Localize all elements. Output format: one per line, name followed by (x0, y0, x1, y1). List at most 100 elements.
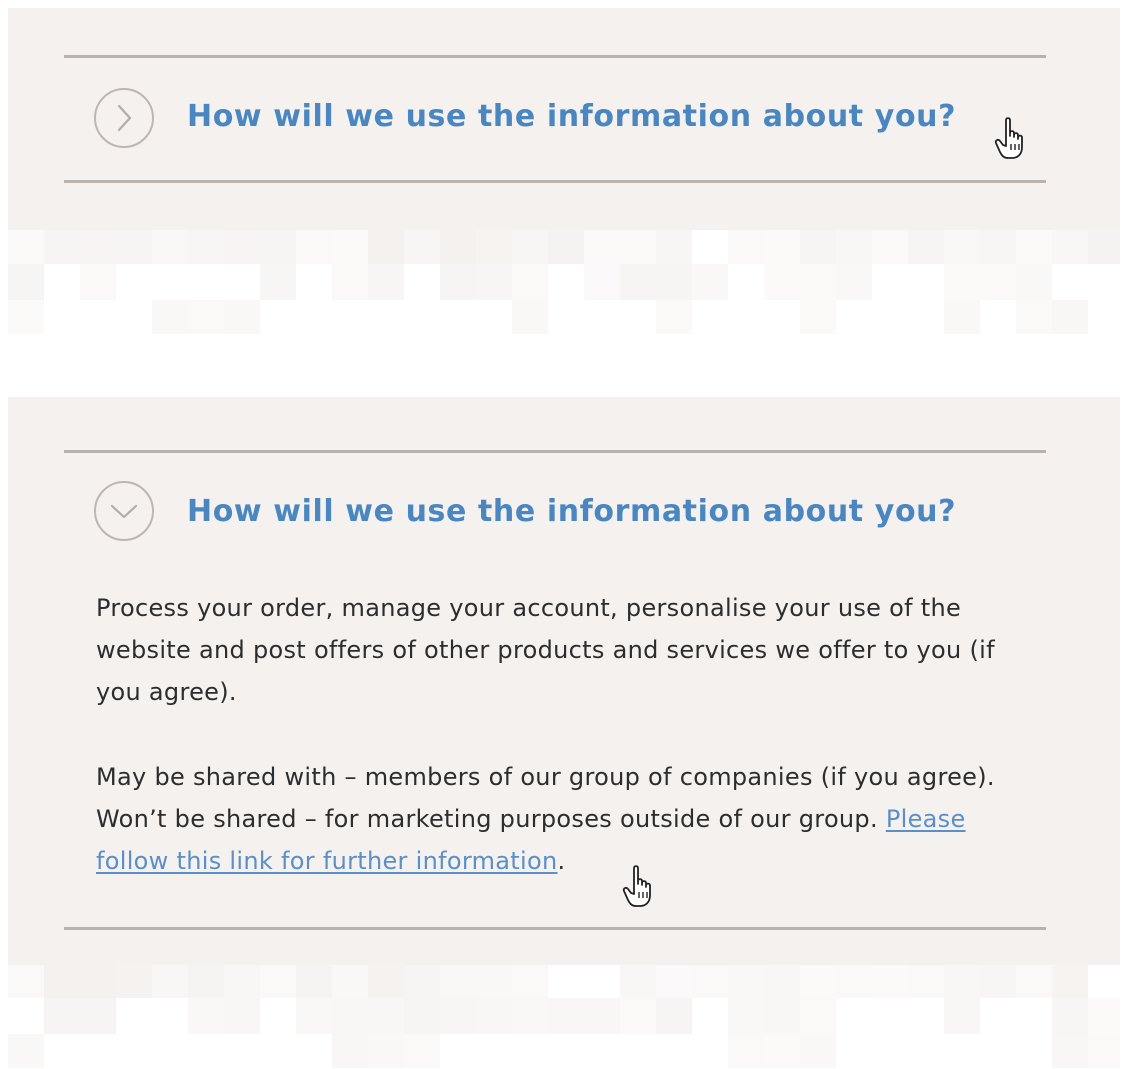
fade-pixel (836, 228, 872, 264)
fade-pixel (44, 962, 80, 998)
fade-pixel (1088, 228, 1120, 264)
fade-pixel (1016, 300, 1052, 334)
fade-pixel (80, 228, 116, 264)
fade-pixel (44, 228, 80, 264)
divider (64, 927, 1046, 930)
fade-pixel (1052, 962, 1088, 998)
fade-pixel (512, 228, 548, 264)
fade-pixel (548, 998, 584, 1034)
fade-pixel (980, 264, 1016, 300)
divider (64, 180, 1046, 183)
fade-pixel (764, 228, 800, 264)
fade-pixel (872, 962, 908, 998)
fade-pixel (188, 228, 224, 264)
fade-pixel (80, 264, 116, 300)
fade-pixel (476, 228, 512, 264)
fade-pixel (728, 962, 764, 998)
fade-pixel (692, 962, 728, 998)
fade-pixel (476, 962, 512, 998)
fade-pixel (296, 998, 332, 1034)
fade-pixel (620, 228, 656, 264)
fade-pixel (512, 264, 548, 300)
fade-pixel (404, 228, 440, 264)
fade-pixel (656, 264, 692, 300)
fade-pixel (188, 962, 224, 998)
fade-pixel (944, 300, 980, 334)
fade-pixel (1052, 998, 1088, 1034)
fade-pixel (440, 264, 476, 300)
accordion-heading-collapsed[interactable]: How will we use the information about yo… (187, 102, 956, 132)
fade-pixel (152, 962, 188, 998)
fade-pixel (44, 998, 80, 1034)
fade-pixel (152, 228, 188, 264)
fade-pixel (800, 998, 836, 1034)
fade-pixel (800, 228, 836, 264)
fade-pixel (224, 998, 260, 1034)
fade-pixel (1016, 228, 1052, 264)
fade-pixel (692, 264, 728, 300)
fade-pixel (980, 228, 1016, 264)
fade-pixel (944, 962, 980, 998)
fade-pixel (620, 962, 656, 998)
fade-pixel (764, 1034, 800, 1068)
fade-pixel (368, 962, 404, 998)
fade-pixel (8, 1034, 44, 1068)
divider (64, 55, 1046, 58)
fade-pixel (80, 962, 116, 998)
fade-pixel (764, 264, 800, 300)
fade-pixel (188, 998, 224, 1034)
pixelated-fade-decoration (8, 228, 1120, 334)
sharing-text: May be shared with – members of our grou… (96, 763, 995, 833)
fade-pixel (116, 228, 152, 264)
fade-pixel (260, 962, 296, 998)
fade-pixel (800, 300, 836, 334)
fade-pixel (728, 998, 764, 1034)
fade-pixel (656, 228, 692, 264)
fade-pixel (728, 228, 764, 264)
fade-pixel (188, 300, 224, 334)
fade-pixel (1088, 1034, 1120, 1068)
sharing-paragraph: May be shared with – members of our grou… (96, 756, 996, 882)
fade-pixel (656, 998, 692, 1034)
chevron-right-icon[interactable] (94, 88, 154, 148)
accordion-heading-expanded[interactable]: How will we use the information about yo… (187, 497, 956, 527)
fade-pixel (908, 962, 944, 998)
fade-pixel (332, 228, 368, 264)
fade-pixel (332, 998, 368, 1034)
fade-pixel (584, 264, 620, 300)
fade-pixel (1052, 300, 1088, 334)
fade-pixel (368, 998, 404, 1034)
fade-pixel (80, 998, 116, 1034)
fade-pixel (332, 962, 368, 998)
fade-pixel (404, 1034, 440, 1068)
fade-pixel (260, 264, 296, 300)
chevron-down-icon[interactable] (94, 481, 154, 541)
fade-pixel (8, 962, 44, 998)
fade-pixel (260, 228, 296, 264)
fade-pixel (8, 228, 44, 264)
fade-pixel (620, 998, 656, 1034)
fade-pixel (368, 228, 404, 264)
fade-pixel (8, 264, 44, 300)
fade-pixel (584, 998, 620, 1034)
usage-paragraph: Process your order, manage your account,… (96, 594, 995, 706)
fade-pixel (620, 264, 656, 300)
fade-pixel (944, 998, 980, 1034)
fade-pixel (548, 228, 584, 264)
fade-pixel (836, 962, 872, 998)
fade-pixel (476, 264, 512, 300)
fade-pixel (404, 962, 440, 998)
fade-pixel (584, 228, 620, 264)
fade-pixel (1016, 264, 1052, 300)
fade-pixel (224, 228, 260, 264)
fade-pixel (728, 1034, 764, 1068)
fade-pixel (404, 998, 440, 1034)
pixelated-fade-decoration (8, 962, 1120, 1068)
fade-pixel (1052, 228, 1088, 264)
fade-pixel (368, 1034, 404, 1068)
fade-pixel (764, 962, 800, 998)
hand-cursor-icon (994, 117, 1023, 159)
fade-pixel (116, 962, 152, 998)
fade-pixel (800, 1034, 836, 1068)
fade-pixel (152, 300, 188, 334)
